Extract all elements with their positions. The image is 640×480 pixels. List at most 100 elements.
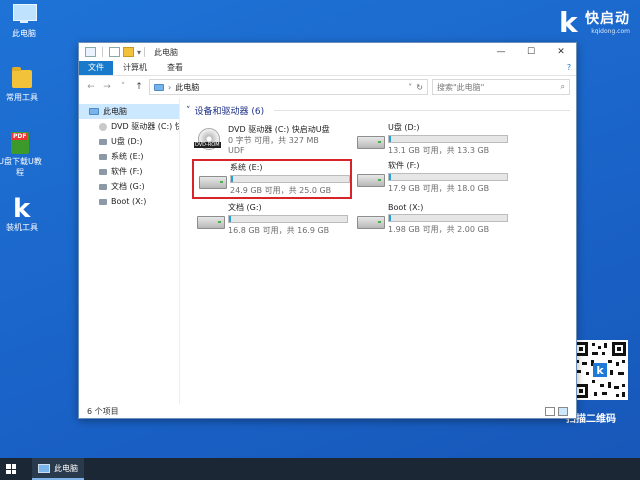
- drive-usage-bar: [230, 175, 350, 183]
- nav-item-label: 此电脑: [103, 107, 127, 116]
- nav-item-label: Boot (X:): [111, 197, 147, 206]
- properties-icon[interactable]: [109, 47, 120, 57]
- desktop-icon-label: 常用工具: [6, 93, 38, 102]
- logo-brand: 快启动: [585, 11, 630, 27]
- breadcrumb-this-pc[interactable]: 此电脑: [175, 82, 199, 93]
- ribbon-tabs: 文件 计算机 查看 ?: [79, 61, 576, 76]
- drive-tile-system[interactable]: 系统 (E:) 24.9 GB 可用，共 25.0 GB: [192, 159, 352, 199]
- window-title: 此电脑: [154, 47, 179, 57]
- search-icon[interactable]: ⌕: [561, 82, 565, 92]
- tab-computer[interactable]: 计算机: [113, 61, 157, 75]
- drive-icon: [99, 138, 107, 145]
- title-bar[interactable]: ▾ 此电脑 — ☐ ✕: [79, 43, 576, 61]
- tab-file[interactable]: 文件: [79, 61, 113, 75]
- taskbar-item-this-pc[interactable]: 此电脑: [32, 458, 84, 480]
- quick-access-dropdown-icon[interactable]: ▾: [137, 48, 141, 57]
- drive-space: 13.1 GB 可用，共 13.3 GB: [388, 146, 490, 155]
- nav-item-software[interactable]: 软件 (F:): [79, 164, 179, 179]
- drive-tile-documents[interactable]: 文档 (G:) 16.8 GB 可用，共 16.9 GB: [192, 201, 352, 237]
- taskbar-item-label: 此电脑: [54, 463, 78, 473]
- taskbar: 此电脑: [0, 458, 640, 480]
- drive-tile-usb[interactable]: U盘 (D:) 13.1 GB 可用，共 13.3 GB: [352, 121, 512, 157]
- explorer-window: ▾ 此电脑 — ☐ ✕ 文件 计算机 查看 ? ← → ˅ ↑ › 此电脑 ˅ …: [78, 42, 577, 419]
- drive-tile-boot[interactable]: Boot (X:) 1.98 GB 可用，共 2.00 GB: [352, 201, 512, 237]
- item-count: 6 个项目: [87, 406, 119, 416]
- desktop-icon-this-pc[interactable]: 此电脑: [2, 4, 46, 39]
- nav-item-dvd[interactable]: DVD 驱动器 (C:) 快: [79, 119, 179, 134]
- drive-name: U盘 (D:): [388, 123, 420, 132]
- nav-item-label: U盘 (D:): [111, 137, 143, 146]
- breadcrumb-chevron-icon[interactable]: ›: [168, 83, 171, 92]
- hard-drive-icon: [356, 208, 385, 230]
- drive-space: 0 字节 可用，共 327 MB: [228, 135, 319, 145]
- maximize-button[interactable]: ☐: [516, 43, 546, 61]
- drive-tile-dvd[interactable]: DVD-ROM DVD 驱动器 (C:) 快启动U盘 0 字节 可用，共 327…: [192, 121, 352, 157]
- chevron-down-icon[interactable]: ˅: [186, 106, 191, 116]
- logo-k: k: [559, 6, 578, 39]
- group-header-label: 设备和驱动器 (6): [194, 107, 265, 117]
- windows-logo-icon: [6, 464, 16, 474]
- drive-icon: [99, 168, 107, 175]
- drive-name: 系统 (E:): [230, 163, 263, 172]
- nav-item-label: DVD 驱动器 (C:) 快: [111, 122, 179, 131]
- drive-name: 软件 (F:): [388, 161, 420, 170]
- nav-item-label: 系统 (E:): [111, 152, 144, 161]
- tab-view[interactable]: 查看: [157, 61, 193, 75]
- folder-icon: [9, 67, 35, 90]
- drive-name: Boot (X:): [388, 203, 424, 212]
- drive-usage-bar: [388, 214, 508, 222]
- back-arrow-icon[interactable]: ←: [85, 82, 97, 92]
- tiles-view-icon[interactable]: [558, 406, 568, 416]
- drive-filesystem: UDF: [228, 145, 245, 155]
- drive-usage-bar: [228, 215, 348, 223]
- drive-name: 文档 (G:): [228, 203, 262, 212]
- hard-drive-icon: [356, 128, 385, 150]
- dvd-rom-tag: DVD-ROM: [194, 142, 221, 148]
- dvd-icon: [99, 122, 107, 131]
- hard-drive-icon: [196, 208, 225, 230]
- search-box[interactable]: 搜索"此电脑" ⌕: [432, 79, 570, 95]
- nav-item-usb[interactable]: U盘 (D:): [79, 134, 179, 149]
- new-folder-icon[interactable]: [123, 47, 134, 57]
- minimize-button[interactable]: —: [486, 43, 516, 61]
- group-header[interactable]: ˅ 设备和驱动器 (6): [186, 104, 576, 117]
- details-view-icon[interactable]: [545, 406, 555, 416]
- drive-icon: [99, 183, 107, 190]
- drive-tile-software[interactable]: 软件 (F:) 17.9 GB 可用，共 18.0 GB: [352, 159, 512, 195]
- drive-name: DVD 驱动器 (C:) 快启动U盘: [228, 124, 330, 134]
- hard-drive-icon: [198, 168, 227, 190]
- drive-usage-bar: [388, 135, 508, 143]
- help-icon[interactable]: ?: [562, 61, 576, 75]
- nav-item-documents[interactable]: 文档 (G:): [79, 179, 179, 194]
- forward-arrow-icon[interactable]: →: [101, 82, 113, 92]
- nav-item-this-pc[interactable]: 此电脑: [79, 104, 179, 119]
- drive-space: 1.98 GB 可用，共 2.00 GB: [388, 225, 490, 234]
- navigation-pane: 此电脑 DVD 驱动器 (C:) 快 U盘 (D:) 系统 (E:) 软件 (F…: [79, 98, 180, 404]
- nav-item-boot[interactable]: Boot (X:): [79, 194, 179, 209]
- start-button[interactable]: [0, 458, 22, 480]
- close-button[interactable]: ✕: [546, 43, 576, 61]
- nav-item-system[interactable]: 系统 (E:): [79, 149, 179, 164]
- address-bar[interactable]: › 此电脑 ˅ ↻: [149, 79, 428, 95]
- up-arrow-icon[interactable]: ↑: [133, 82, 145, 92]
- drive-space: 17.9 GB 可用，共 18.0 GB: [388, 184, 490, 193]
- desktop-icon-tutorial[interactable]: PDF U盘下载U教程: [0, 132, 42, 178]
- drive-usage-bar: [388, 173, 508, 181]
- computer-icon: [154, 83, 164, 91]
- qr-code: k: [572, 340, 628, 400]
- dvd-drive-icon: DVD-ROM: [194, 128, 224, 150]
- address-dropdown-icon[interactable]: ˅: [408, 83, 412, 92]
- recent-dropdown-icon[interactable]: ˅: [117, 82, 129, 92]
- computer-icon: [85, 47, 96, 57]
- desktop-icon-label: 此电脑: [12, 29, 36, 38]
- computer-icon: [11, 4, 37, 26]
- brand-logo: k 快启动 kqidong.com: [559, 6, 630, 39]
- drive-space: 16.8 GB 可用，共 16.9 GB: [228, 226, 330, 235]
- content-pane: ˅ 设备和驱动器 (6) DVD-ROM DVD 驱动器 (C:) 快启动U盘 …: [180, 98, 576, 404]
- desktop-icon-installer[interactable]: k 装机工具: [0, 196, 44, 233]
- status-bar: 6 个项目: [79, 404, 576, 418]
- desktop-icon-tools[interactable]: 常用工具: [0, 67, 44, 103]
- hard-drive-icon: [356, 166, 385, 188]
- refresh-icon[interactable]: ↻: [416, 83, 423, 92]
- logo-domain: kqidong.com: [591, 28, 630, 35]
